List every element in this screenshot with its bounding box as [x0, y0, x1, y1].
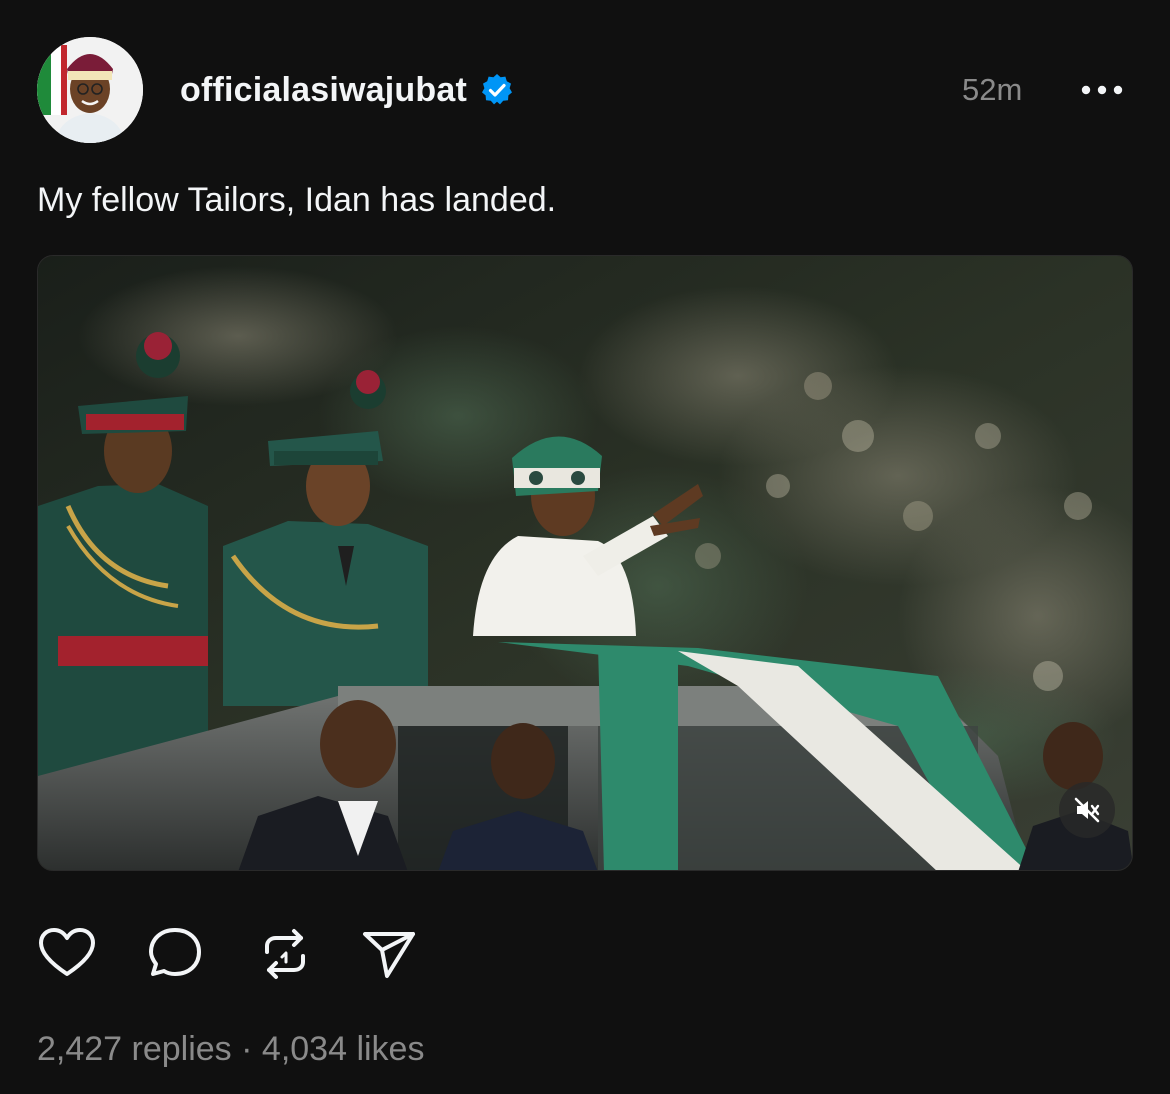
muted-speaker-icon — [1074, 797, 1100, 823]
mute-toggle-button[interactable] — [1059, 782, 1115, 838]
verified-badge-icon — [482, 74, 513, 105]
author-header: officialasiwajubat — [180, 68, 515, 112]
repost-icon[interactable] — [255, 924, 315, 984]
comment-bubble-icon[interactable] — [145, 924, 205, 984]
send-icon[interactable] — [359, 924, 419, 984]
replies-count[interactable]: 2,427 replies — [37, 1030, 232, 1068]
thread-post: officialasiwajubat 52m My fellow Tailors… — [0, 0, 1170, 1094]
likes-count[interactable]: 4,034 likes — [262, 1030, 425, 1068]
username[interactable]: officialasiwajubat — [180, 71, 467, 110]
post-video[interactable] — [37, 255, 1133, 871]
post-stats: 2,427 replies · 4,034 likes — [37, 1030, 424, 1069]
avatar[interactable] — [37, 37, 143, 143]
avatar-image — [37, 37, 143, 143]
more-horizontal-icon[interactable] — [1080, 78, 1124, 102]
post-caption: My fellow Tailors, Idan has landed. — [37, 181, 557, 219]
stats-separator: · — [241, 1030, 253, 1068]
video-frame — [38, 256, 1132, 870]
timestamp: 52m — [962, 72, 1023, 107]
heart-icon[interactable] — [37, 924, 97, 984]
